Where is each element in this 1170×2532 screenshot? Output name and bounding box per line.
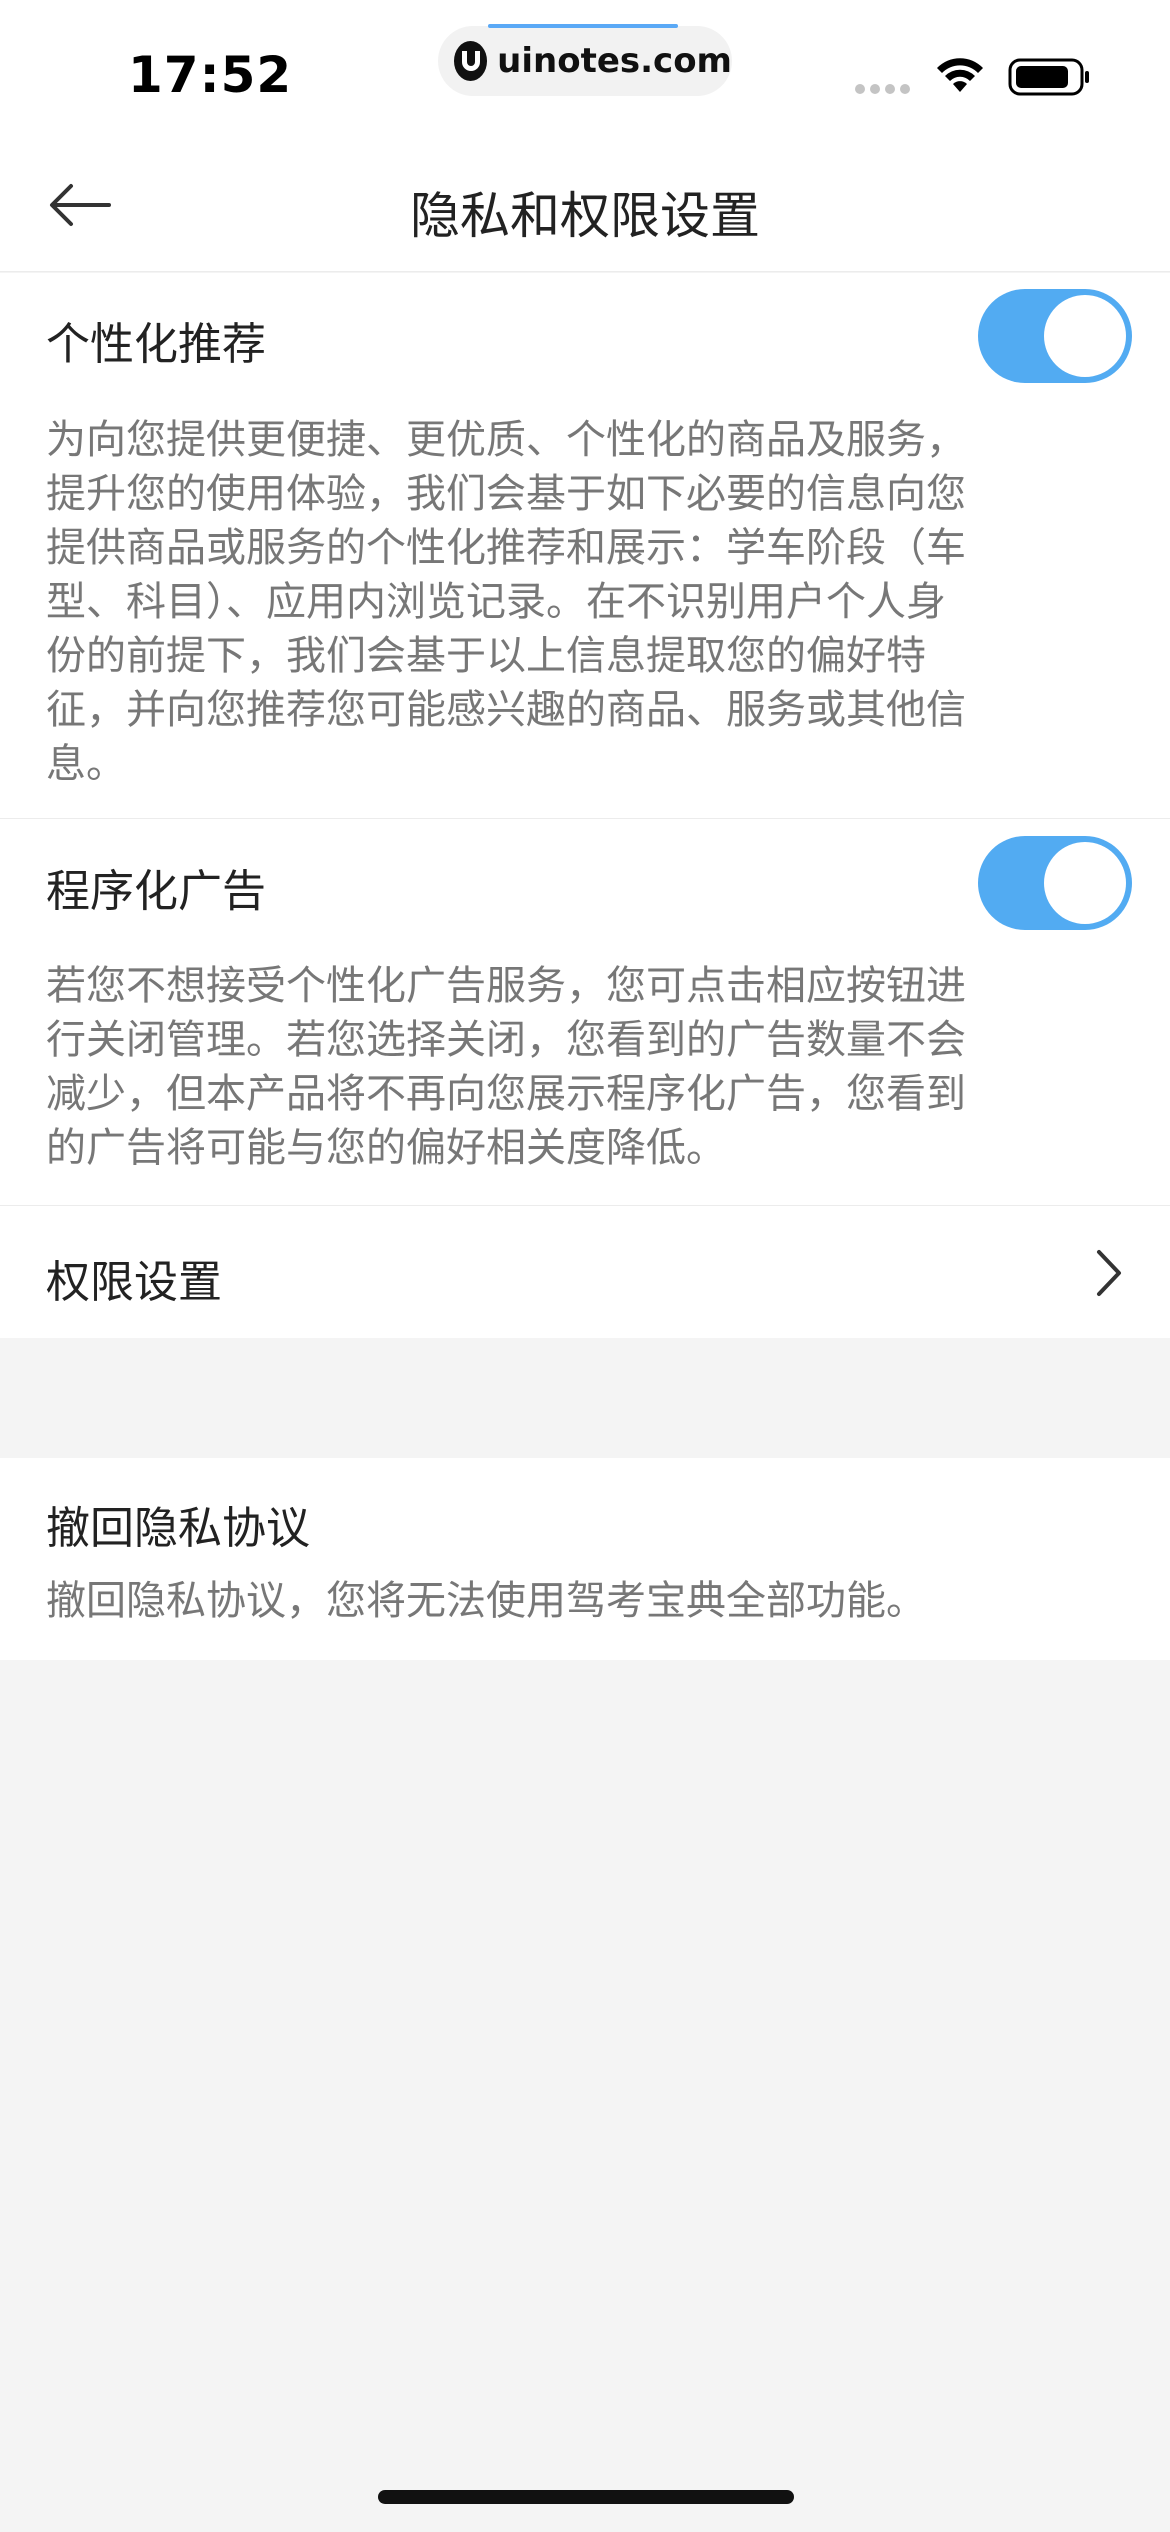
wifi-icon	[937, 58, 983, 92]
programmatic-ads-toggle[interactable]	[978, 836, 1132, 930]
url-pill[interactable]: uinotes.com	[438, 24, 732, 96]
chevron-right-icon[interactable]	[1094, 1248, 1124, 1298]
desc-line: 份的前提下，我们会基于以上信息提取您的偏好特	[46, 633, 926, 679]
permission-settings-label: 权限设置	[46, 1257, 222, 1308]
loading-indicator	[488, 24, 678, 28]
status-bar: 17:52 uinotes.com	[0, 0, 1170, 140]
personalized-recommendation-description: 为向您提供更便捷、更优质、个性化的商品及服务， 提升您的使用体验，我们会基于如下…	[46, 413, 1126, 791]
signal-icon	[855, 84, 910, 94]
desc-line: 息。	[46, 741, 126, 787]
revoke-privacy-row[interactable]: 撤回隐私协议 撤回隐私协议，您将无法使用驾考宝典全部功能。	[0, 1458, 1170, 1660]
personalized-recommendation-title: 个性化推荐	[46, 319, 266, 370]
divider	[0, 818, 1170, 819]
desc-line: 若您不想接受个性化广告服务，您可点击相应按钮进	[46, 963, 966, 1009]
toggle-knob	[1044, 295, 1126, 377]
desc-line: 征，并向您推荐您可能感兴趣的商品、服务或其他信	[46, 687, 966, 733]
desc-line: 行关闭管理。若您选择关闭，您看到的广告数量不会	[46, 1017, 966, 1063]
toggle-knob	[1044, 842, 1126, 924]
desc-line: 减少，但本产品将不再向您展示程序化广告，您看到	[46, 1071, 966, 1117]
page-title: 隐私和权限设置	[410, 187, 760, 245]
desc-line: 的广告将可能与您的偏好相关度降低。	[46, 1125, 726, 1171]
desc-line: 型、科目）、应用内浏览记录。在不识别用户个人身	[46, 579, 946, 625]
permission-settings-row[interactable]: 权限设置	[0, 1206, 1170, 1338]
battery-icon	[1008, 58, 1089, 96]
programmatic-ads-description: 若您不想接受个性化广告服务，您可点击相应按钮进 行关闭管理。若您选择关闭，您看到…	[46, 959, 1126, 1175]
status-time: 17:52	[128, 46, 293, 104]
personalized-recommendation-toggle[interactable]	[978, 289, 1132, 383]
home-indicator	[378, 2490, 794, 2504]
desc-line: 为向您提供更便捷、更优质、个性化的商品及服务，	[46, 417, 966, 463]
programmatic-ads-title: 程序化广告	[46, 866, 266, 917]
site-logo-icon	[454, 41, 488, 81]
settings-card: 个性化推荐 为向您提供更便捷、更优质、个性化的商品及服务， 提升您的使用体验，我…	[0, 273, 1170, 1338]
desc-line: 提供商品或服务的个性化推荐和展示：学车阶段（车	[46, 525, 966, 571]
nav-bar: 隐私和权限设置	[0, 140, 1170, 272]
url-text: uinotes.com	[497, 41, 732, 81]
desc-line: 提升您的使用体验，我们会基于如下必要的信息向您	[46, 471, 966, 517]
privacy-settings-page: 17:52 uinotes.com 隐私和权限设置 个性化推荐 为向您提供更便捷…	[0, 0, 1170, 2532]
revoke-privacy-title: 撤回隐私协议	[46, 1503, 310, 1554]
revoke-privacy-description: 撤回隐私协议，您将无法使用驾考宝典全部功能。	[46, 1578, 926, 1624]
